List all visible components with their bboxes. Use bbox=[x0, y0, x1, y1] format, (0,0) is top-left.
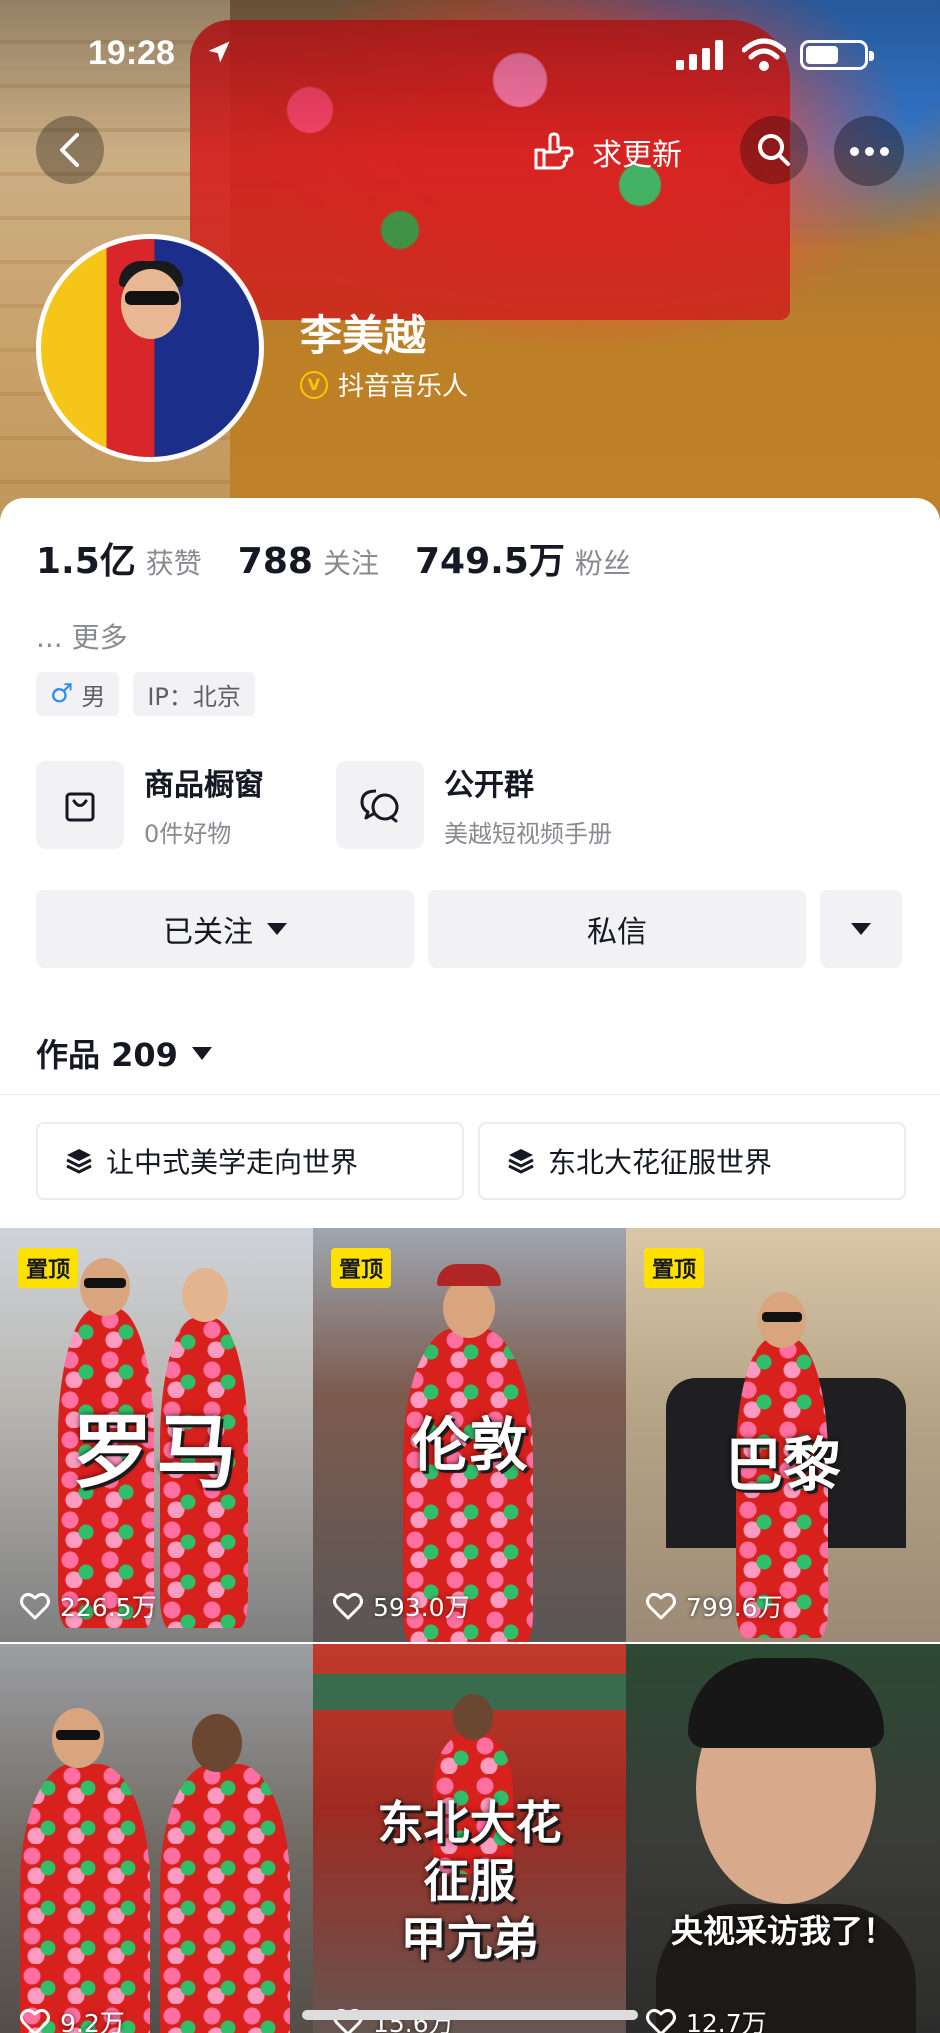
like-count: 593.0万 bbox=[333, 1588, 470, 1624]
gender-tag: ♂ 男 bbox=[36, 672, 120, 716]
video-overlay-text: 东北大花 征服 甲亢弟 bbox=[377, 1796, 562, 1966]
collections-row: 让中式美学走向世界 东北大花征服世界 bbox=[36, 1122, 906, 1200]
video-overlay-text: 央视采访我了！ bbox=[670, 1912, 895, 1950]
verified-label: 抖音音乐人 bbox=[338, 372, 469, 402]
like-count: 226.5万 bbox=[20, 1588, 157, 1624]
pointing-hand-icon bbox=[534, 132, 574, 170]
verified-badge: V 抖音音乐人 bbox=[300, 366, 468, 403]
request-update-button[interactable]: 求更新 bbox=[530, 124, 682, 180]
video-overlay-text: 巴黎 bbox=[724, 1431, 841, 1499]
search-icon bbox=[758, 134, 790, 166]
battery-icon bbox=[800, 40, 874, 70]
pinned-badge: 置顶 bbox=[331, 1248, 392, 1288]
divider bbox=[0, 1094, 940, 1095]
action-buttons: 已关注 私信 bbox=[36, 890, 902, 968]
collection-northeast-flowers[interactable]: 东北大花征服世界 bbox=[478, 1122, 906, 1200]
shopping-bag-icon bbox=[65, 792, 95, 821]
video-tile[interactable]: 置顶 巴黎 799.6万 bbox=[626, 1228, 940, 1642]
request-update-label: 求更新 bbox=[592, 138, 682, 173]
heart-icon bbox=[646, 2008, 676, 2033]
pinned-badge: 置顶 bbox=[18, 1248, 79, 1288]
feature-title: 商品橱窗 bbox=[144, 768, 264, 803]
cellular-signal-icon bbox=[676, 40, 723, 70]
home-indicator[interactable] bbox=[302, 2010, 638, 2020]
ip-location-tag: IP：北京 bbox=[133, 672, 255, 716]
stat-likes[interactable]: 1.5亿 获赞 bbox=[36, 532, 202, 584]
chat-bubbles-icon bbox=[360, 789, 399, 822]
caret-down-icon bbox=[851, 923, 871, 935]
feature-title: 公开群 bbox=[444, 768, 534, 803]
tab-works[interactable]: 作品 209 bbox=[36, 1030, 212, 1076]
layers-icon bbox=[66, 1149, 92, 1174]
feature-subtitle: 0件好物 bbox=[144, 820, 232, 848]
back-button[interactable] bbox=[36, 116, 104, 184]
profile-nickname: 李美越 bbox=[300, 311, 427, 360]
status-bar: 19:28 bbox=[0, 30, 940, 80]
feature-subtitle: 美越短视频手册 bbox=[444, 820, 612, 848]
avatar[interactable] bbox=[36, 234, 264, 462]
profile-card: 1.5亿 获赞 788 关注 749.5万 粉丝 ... 更多 ♂ 男 IP：北… bbox=[0, 498, 940, 1098]
pinned-badge: 置顶 bbox=[644, 1248, 705, 1288]
bio-more-link[interactable]: ... 更多 bbox=[36, 616, 128, 656]
stat-following[interactable]: 788 关注 bbox=[238, 541, 379, 582]
male-icon: ♂ bbox=[50, 679, 74, 709]
like-count: 9.2万 bbox=[20, 2004, 125, 2033]
more-options-button[interactable] bbox=[834, 116, 904, 186]
like-count: 12.7万 bbox=[646, 2004, 767, 2033]
verified-v-icon: V bbox=[300, 370, 328, 399]
profile-tags: ♂ 男 IP：北京 bbox=[36, 672, 255, 716]
heart-icon bbox=[20, 2008, 50, 2033]
video-tile[interactable]: 置顶 罗马 226.5万 bbox=[0, 1228, 313, 1642]
status-time: 19:28 bbox=[88, 34, 175, 72]
public-group-entry[interactable]: 公开群 美越短视频手册 bbox=[336, 760, 612, 849]
wifi-icon bbox=[742, 38, 786, 71]
heart-icon bbox=[333, 1592, 363, 1620]
video-overlay-text: 伦敦 bbox=[411, 1411, 528, 1479]
stat-followers[interactable]: 749.5万 粉丝 bbox=[415, 532, 631, 584]
search-button[interactable] bbox=[740, 116, 808, 184]
video-tile[interactable]: 东北大花 征服 甲亢弟 15.6万 bbox=[313, 1644, 626, 2033]
video-tile[interactable]: 央视采访我了！ 12.7万 bbox=[626, 1644, 940, 2033]
dot-icon bbox=[849, 146, 859, 156]
video-grid: 置顶 罗马 226.5万 置顶 伦敦 593.0万 置顶 巴黎 799.6万 9… bbox=[0, 1228, 940, 2033]
video-tile[interactable]: 9.2万 bbox=[0, 1644, 313, 2033]
video-tile[interactable]: 置顶 伦敦 593.0万 bbox=[313, 1228, 626, 1642]
heart-icon bbox=[20, 1592, 50, 1620]
heart-icon bbox=[646, 1592, 676, 1620]
like-count: 799.6万 bbox=[646, 1588, 783, 1624]
caret-down-icon bbox=[191, 1046, 212, 1060]
layers-icon bbox=[508, 1149, 534, 1174]
following-button[interactable]: 已关注 bbox=[36, 890, 414, 968]
collection-chinese-aesthetics[interactable]: 让中式美学走向世界 bbox=[36, 1122, 464, 1200]
video-overlay-text: 罗马 bbox=[72, 1406, 241, 1499]
product-showcase-entry[interactable]: 商品橱窗 0件好物 bbox=[36, 760, 264, 849]
profile-stats: 1.5亿 获赞 788 关注 749.5万 粉丝 bbox=[36, 532, 667, 584]
more-actions-dropdown[interactable] bbox=[820, 890, 902, 968]
location-arrow-icon bbox=[208, 41, 230, 63]
chevron-left-icon bbox=[60, 133, 79, 167]
message-button[interactable]: 私信 bbox=[428, 890, 806, 968]
caret-down-icon bbox=[267, 923, 287, 935]
